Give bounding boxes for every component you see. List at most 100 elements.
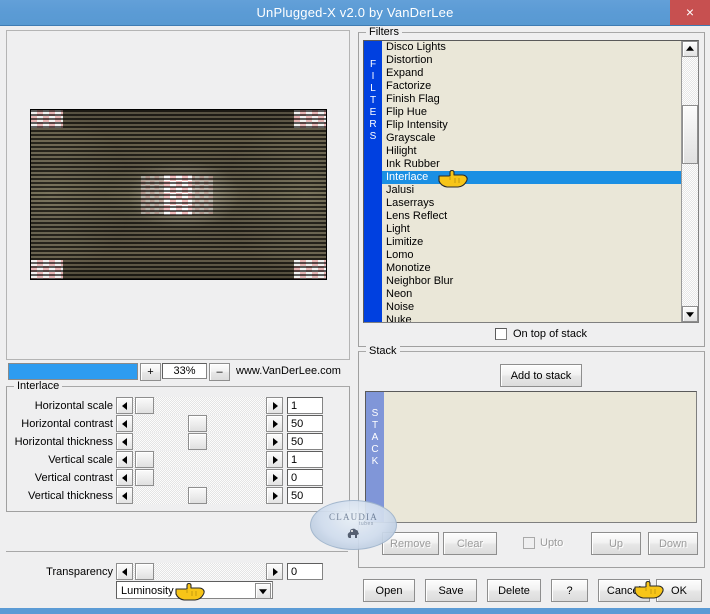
interlace-label-1: Horizontal contrast xyxy=(21,418,113,430)
transparency-slider-left-arrow[interactable] xyxy=(116,563,133,580)
filters-item-list[interactable]: Disco Lights Distortion Expand Factorize Fin… xyxy=(382,41,698,322)
interlace-slider-left-arrow-2[interactable] xyxy=(116,433,133,450)
interlace-slider-right-arrow-3[interactable] xyxy=(266,451,283,468)
watermark-text: CLAUDIA xyxy=(329,512,378,522)
interlace-slider-thumb-1[interactable] xyxy=(188,415,207,432)
preview-panel xyxy=(6,30,350,360)
interlace-slider-right-arrow-2[interactable] xyxy=(266,433,283,450)
filter-item[interactable]: Flip Intensity xyxy=(382,119,698,132)
website-link[interactable]: www.VanDerLee.com xyxy=(236,365,341,377)
transparency-slider-thumb[interactable] xyxy=(135,563,154,580)
transparency-value[interactable]: 0 xyxy=(287,563,323,580)
save-button[interactable]: Save xyxy=(425,579,477,602)
interlace-slider-thumb-3[interactable] xyxy=(135,451,154,468)
interlace-slider-right-arrow-5[interactable] xyxy=(266,487,283,504)
application-window: UnPlugged-X v2.0 by VanDerLee × + 33% – … xyxy=(0,0,710,614)
filter-item[interactable]: Monotize xyxy=(382,262,698,275)
interlace-slider-thumb-5[interactable] xyxy=(188,487,207,504)
interlace-slider-left-arrow-1[interactable] xyxy=(116,415,133,432)
cancel-button[interactable]: Cancel xyxy=(598,579,650,602)
interlace-value-4[interactable]: 0 xyxy=(287,469,323,486)
filters-vertical-label: FIL TER S xyxy=(364,41,382,322)
interlace-label-4: Vertical contrast xyxy=(34,472,113,484)
interlace-slider-right-arrow-0[interactable] xyxy=(266,397,283,414)
interlace-label-5: Vertical thickness xyxy=(28,490,113,502)
transparency-label: Transparency xyxy=(46,566,113,578)
window-title: UnPlugged-X v2.0 by VanDerLee xyxy=(256,5,454,20)
stack-item-list[interactable] xyxy=(384,392,696,522)
open-button[interactable]: Open xyxy=(363,579,415,602)
filter-item[interactable]: Disco Lights xyxy=(382,41,698,54)
title-bar: UnPlugged-X v2.0 by VanDerLee × xyxy=(0,0,710,26)
zoom-out-button[interactable]: – xyxy=(209,363,230,381)
on-top-of-stack-checkbox[interactable] xyxy=(495,328,507,340)
close-icon[interactable]: × xyxy=(670,0,710,25)
interlace-value-0[interactable]: 1 xyxy=(287,397,323,414)
ok-button[interactable]: OK xyxy=(656,579,702,602)
interlace-value-1[interactable]: 50 xyxy=(287,415,323,432)
scroll-down-icon[interactable] xyxy=(682,306,698,322)
interlace-slider-left-arrow-5[interactable] xyxy=(116,487,133,504)
filter-item[interactable]: Finish Flag xyxy=(382,93,698,106)
filter-item[interactable]: Grayscale xyxy=(382,132,698,145)
preview-image[interactable] xyxy=(30,109,327,280)
interlace-slider-thumb-2[interactable] xyxy=(188,433,207,450)
interlace-slider-left-arrow-4[interactable] xyxy=(116,469,133,486)
filter-item[interactable]: Ink Rubber xyxy=(382,158,698,171)
interlace-slider-thumb-0[interactable] xyxy=(135,397,154,414)
zoom-progress-bar[interactable] xyxy=(8,363,138,380)
on-top-of-stack-label: On top of stack xyxy=(513,328,587,340)
interlace-label-0: Horizontal scale xyxy=(34,400,113,412)
filter-item[interactable]: Distortion xyxy=(382,54,698,67)
zoom-level-value: 33% xyxy=(162,363,207,379)
scroll-up-icon[interactable] xyxy=(682,41,698,57)
interlace-label-3: Vertical scale xyxy=(48,454,113,466)
watermark: CLAUDIA tubes xyxy=(310,500,397,550)
stack-group-legend: Stack xyxy=(366,345,400,357)
help-button[interactable]: ? xyxy=(551,579,588,602)
up-button[interactable]: Up xyxy=(591,532,641,555)
interlace-label-2: Horizontal thickness xyxy=(14,436,113,448)
filter-item[interactable]: Limitize xyxy=(382,236,698,249)
transparency-slider-right-arrow[interactable] xyxy=(266,563,283,580)
filters-listbox[interactable]: FIL TER S Disco Lights Distortion Expand Fa… xyxy=(363,40,699,323)
filters-scrollbar[interactable] xyxy=(681,41,698,322)
filter-item[interactable]: Neighbor Blur xyxy=(382,275,698,288)
filters-group-legend: Filters xyxy=(366,26,402,38)
clear-button[interactable]: Clear xyxy=(443,532,497,555)
preview-scanlines xyxy=(31,110,326,279)
interlace-value-3[interactable]: 1 xyxy=(287,451,323,468)
filter-item[interactable]: Lens Reflect xyxy=(382,210,698,223)
filter-item[interactable]: Neon xyxy=(382,288,698,301)
interlace-value-5[interactable]: 50 xyxy=(287,487,323,504)
filters-scrollbar-thumb[interactable] xyxy=(682,105,698,164)
filter-item[interactable]: Factorize xyxy=(382,80,698,93)
filter-item[interactable]: Light xyxy=(382,223,698,236)
add-to-stack-button[interactable]: Add to stack xyxy=(500,364,582,387)
filter-item[interactable]: Expand xyxy=(382,67,698,80)
stack-listbox[interactable]: STA CK xyxy=(365,391,697,523)
filter-item[interactable]: Hilight xyxy=(382,145,698,158)
filter-item[interactable]: Jalusi xyxy=(382,184,698,197)
interlace-slider-left-arrow-0[interactable] xyxy=(116,397,133,414)
chevron-down-icon[interactable] xyxy=(255,583,271,599)
down-button[interactable]: Down xyxy=(648,532,698,555)
delete-button[interactable]: Delete xyxy=(487,579,541,602)
zoom-in-button[interactable]: + xyxy=(140,363,161,381)
upto-checkbox[interactable] xyxy=(523,537,535,549)
filter-item[interactable]: Lomo xyxy=(382,249,698,262)
filter-item[interactable]: Interlace xyxy=(382,171,698,184)
interlace-slider-right-arrow-4[interactable] xyxy=(266,469,283,486)
interlace-slider-right-arrow-1[interactable] xyxy=(266,415,283,432)
zoom-progress-fill xyxy=(9,364,137,379)
blend-mode-value: Luminosity xyxy=(121,585,174,597)
filter-item[interactable]: Noise xyxy=(382,301,698,314)
blend-mode-combo[interactable]: Luminosity xyxy=(116,581,273,599)
interlace-value-2[interactable]: 50 xyxy=(287,433,323,450)
filter-item[interactable]: Flip Hue xyxy=(382,106,698,119)
interlace-slider-left-arrow-3[interactable] xyxy=(116,451,133,468)
interlace-group-legend: Interlace xyxy=(14,380,63,392)
interlace-slider-thumb-4[interactable] xyxy=(135,469,154,486)
filter-item[interactable]: Nuke xyxy=(382,314,698,322)
filter-item[interactable]: Laserrays xyxy=(382,197,698,210)
